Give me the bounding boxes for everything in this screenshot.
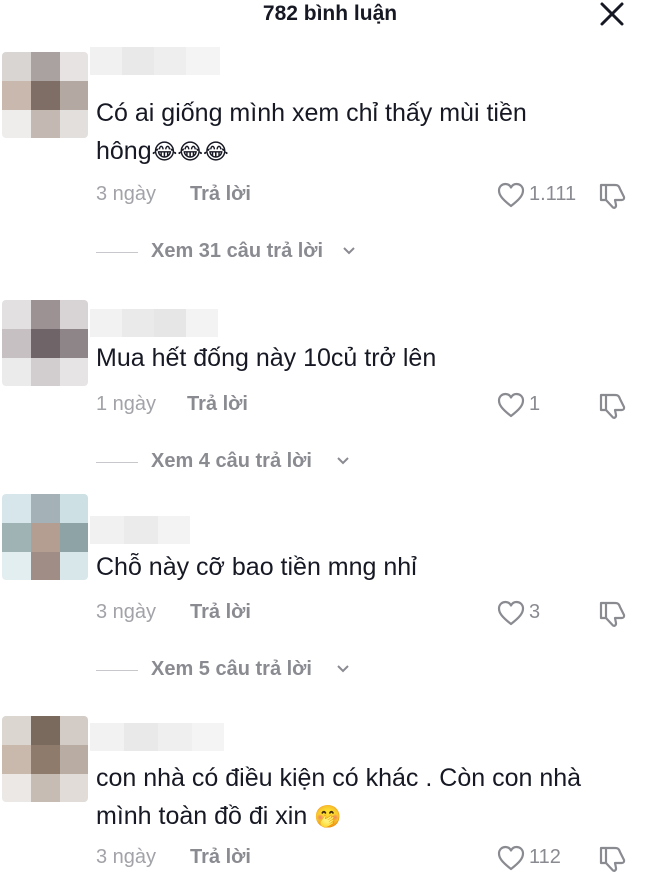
avatar-pixel (31, 716, 60, 745)
avatar-pixel (31, 745, 60, 774)
reply-button[interactable]: Trả lời (190, 846, 251, 869)
avatar-pixel (60, 552, 88, 580)
avatar-pixel (31, 52, 60, 81)
chevron-down-icon (337, 457, 349, 465)
avatar-pixel (2, 329, 31, 358)
comment-text-line: mình toàn đồ đi xin 🤭 (96, 797, 636, 837)
thumb-down-icon[interactable] (597, 598, 629, 628)
like-count: 1 (529, 393, 541, 415)
heart-outline-icon (497, 182, 525, 208)
comment-text-line: con nhà có điều kiện có khác . Còn con n… (96, 764, 582, 792)
heart-outline-icon (497, 845, 525, 871)
view-replies-label: Xem 5 câu trả lời (151, 658, 312, 680)
avatar-pixel (31, 329, 60, 358)
chevron-down-icon (343, 247, 355, 255)
avatar[interactable] (2, 52, 88, 138)
comment-time: 3 ngày (96, 183, 157, 205)
like-count: 3 (529, 601, 541, 623)
comment-count-title: 782 bình luận (262, 2, 398, 25)
avatar-pixel (2, 745, 31, 774)
avatar-pixel (60, 358, 88, 386)
avatar-pixel (60, 774, 88, 802)
avatar-pixel (2, 52, 31, 81)
comment-text-line: hông😂😂😂 (96, 132, 636, 172)
avatar[interactable] (2, 300, 88, 386)
username[interactable] (90, 47, 220, 75)
emoji: 🤭 (314, 805, 342, 830)
avatar-pixel (60, 110, 88, 138)
comment-text: Mua hết đống này 10củ trở lên (96, 339, 636, 377)
view-replies-label: Xem 4 câu trả lời (151, 450, 312, 472)
view-replies-label: Xem 31 câu trả lời (151, 240, 324, 262)
avatar-pixel (2, 300, 31, 329)
avatar-pixel (2, 774, 31, 802)
chevron-down-icon (337, 665, 349, 673)
comment-text-line: Mua hết đống này 10củ trở lên (96, 344, 437, 372)
heart-outline-icon (497, 600, 525, 626)
comment-time: 3 ngày (96, 846, 157, 868)
avatar-pixel (2, 552, 31, 580)
reply-button[interactable]: Trả lời (190, 183, 251, 206)
username[interactable] (90, 309, 218, 337)
comment-text: con nhà có điều kiện có khác . Còn con n… (96, 759, 636, 837)
avatar-pixel (60, 494, 88, 523)
close-icon (600, 2, 624, 26)
comment-text-span: hông (96, 137, 152, 165)
avatar-pixel (60, 329, 88, 358)
avatar-pixel (31, 523, 60, 552)
avatar-pixel (60, 716, 88, 745)
avatar-pixel (2, 358, 31, 386)
thumb-down-icon[interactable] (597, 180, 629, 210)
comments-header: 782 bình luận (0, 0, 660, 30)
reply-button[interactable]: Trả lời (190, 601, 251, 624)
comment-text: Chỗ này cỡ bao tiền mng nhỉ (96, 548, 636, 586)
close-button[interactable] (597, 1, 627, 27)
thumb-down-icon[interactable] (597, 390, 629, 420)
like-count: 112 (529, 846, 561, 868)
avatar-pixel (31, 774, 60, 802)
avatar-pixel (60, 523, 88, 552)
avatar-pixel (31, 81, 60, 110)
heart-outline-icon (497, 392, 525, 418)
avatar-pixel (31, 552, 60, 580)
avatar-pixel (60, 81, 88, 110)
username[interactable] (90, 723, 224, 751)
avatar[interactable] (2, 494, 88, 580)
reply-button[interactable]: Trả lời (187, 393, 248, 416)
username[interactable] (90, 516, 190, 544)
comment-text-line: Chỗ này cỡ bao tiền mng nhỉ (96, 553, 417, 581)
comment-time: 1 ngày (96, 393, 157, 415)
avatar-pixel (31, 494, 60, 523)
like-count: 1.111 (529, 183, 577, 205)
avatar-pixel (2, 81, 31, 110)
avatar-pixel (2, 523, 31, 552)
avatar-pixel (60, 300, 88, 329)
avatar-pixel (60, 52, 88, 81)
avatar-pixel (2, 110, 31, 138)
divider-line (96, 252, 138, 253)
avatar-pixel (2, 716, 31, 745)
avatar-pixel (2, 494, 31, 523)
comment-text-span: mình toàn đồ đi xin (96, 802, 308, 830)
divider-line (96, 462, 138, 463)
divider-line (96, 670, 138, 671)
avatar-pixel (31, 300, 60, 329)
emoji: 😂😂😂 (151, 140, 229, 165)
avatar-pixel (31, 358, 60, 386)
avatar-pixel (60, 745, 88, 774)
avatar-pixel (31, 110, 60, 138)
thumb-down-icon[interactable] (597, 843, 629, 873)
comment-text: Có ai giống mình xem chỉ thấy mùi tiền h… (96, 94, 636, 172)
comment-time: 3 ngày (96, 601, 157, 623)
comment-text-line: Có ai giống mình xem chỉ thấy mùi tiền (96, 99, 527, 127)
avatar[interactable] (2, 716, 88, 802)
